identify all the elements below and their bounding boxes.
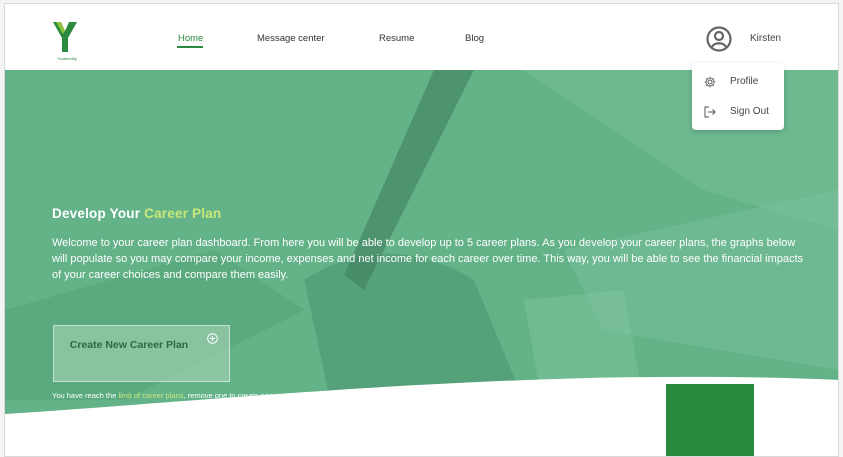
- menu-item-profile[interactable]: Profile: [704, 73, 784, 93]
- nav-blog[interactable]: Blog: [465, 33, 484, 44]
- sign-out-icon: [704, 106, 716, 118]
- hero-title-accent: Career Plan: [144, 206, 222, 221]
- youthentity-logo[interactable]: [53, 22, 77, 56]
- app-frame: Youthentity Home Message center Resume B…: [4, 3, 839, 457]
- menu-item-sign-out-label: Sign Out: [730, 106, 769, 117]
- user-circle-icon[interactable]: [706, 26, 732, 52]
- create-career-plan-label: Create New Career Plan: [69, 339, 189, 351]
- nav-active-indicator: [177, 46, 203, 48]
- plus-circle-icon: [207, 333, 218, 344]
- logo-text: Youthentity: [57, 56, 77, 61]
- menu-item-sign-out[interactable]: Sign Out: [704, 103, 784, 123]
- user-menu-dropdown: Profile Sign Out: [692, 63, 784, 130]
- hero-description: Welcome to your career plan dashboard. F…: [52, 237, 804, 281]
- chart-placeholder-block: [666, 384, 754, 456]
- user-name[interactable]: Kirsten: [750, 33, 781, 44]
- menu-item-profile-label: Profile: [730, 76, 759, 87]
- hero-title: Develop Your Career Plan: [52, 206, 221, 221]
- gear-icon: [704, 76, 716, 88]
- top-header: Youthentity Home Message center Resume B…: [5, 4, 838, 70]
- nav-message-center[interactable]: Message center: [257, 33, 325, 44]
- nav-home[interactable]: Home: [178, 33, 203, 44]
- hero-title-prefix: Develop Your: [52, 206, 145, 221]
- nav-resume[interactable]: Resume: [379, 33, 414, 44]
